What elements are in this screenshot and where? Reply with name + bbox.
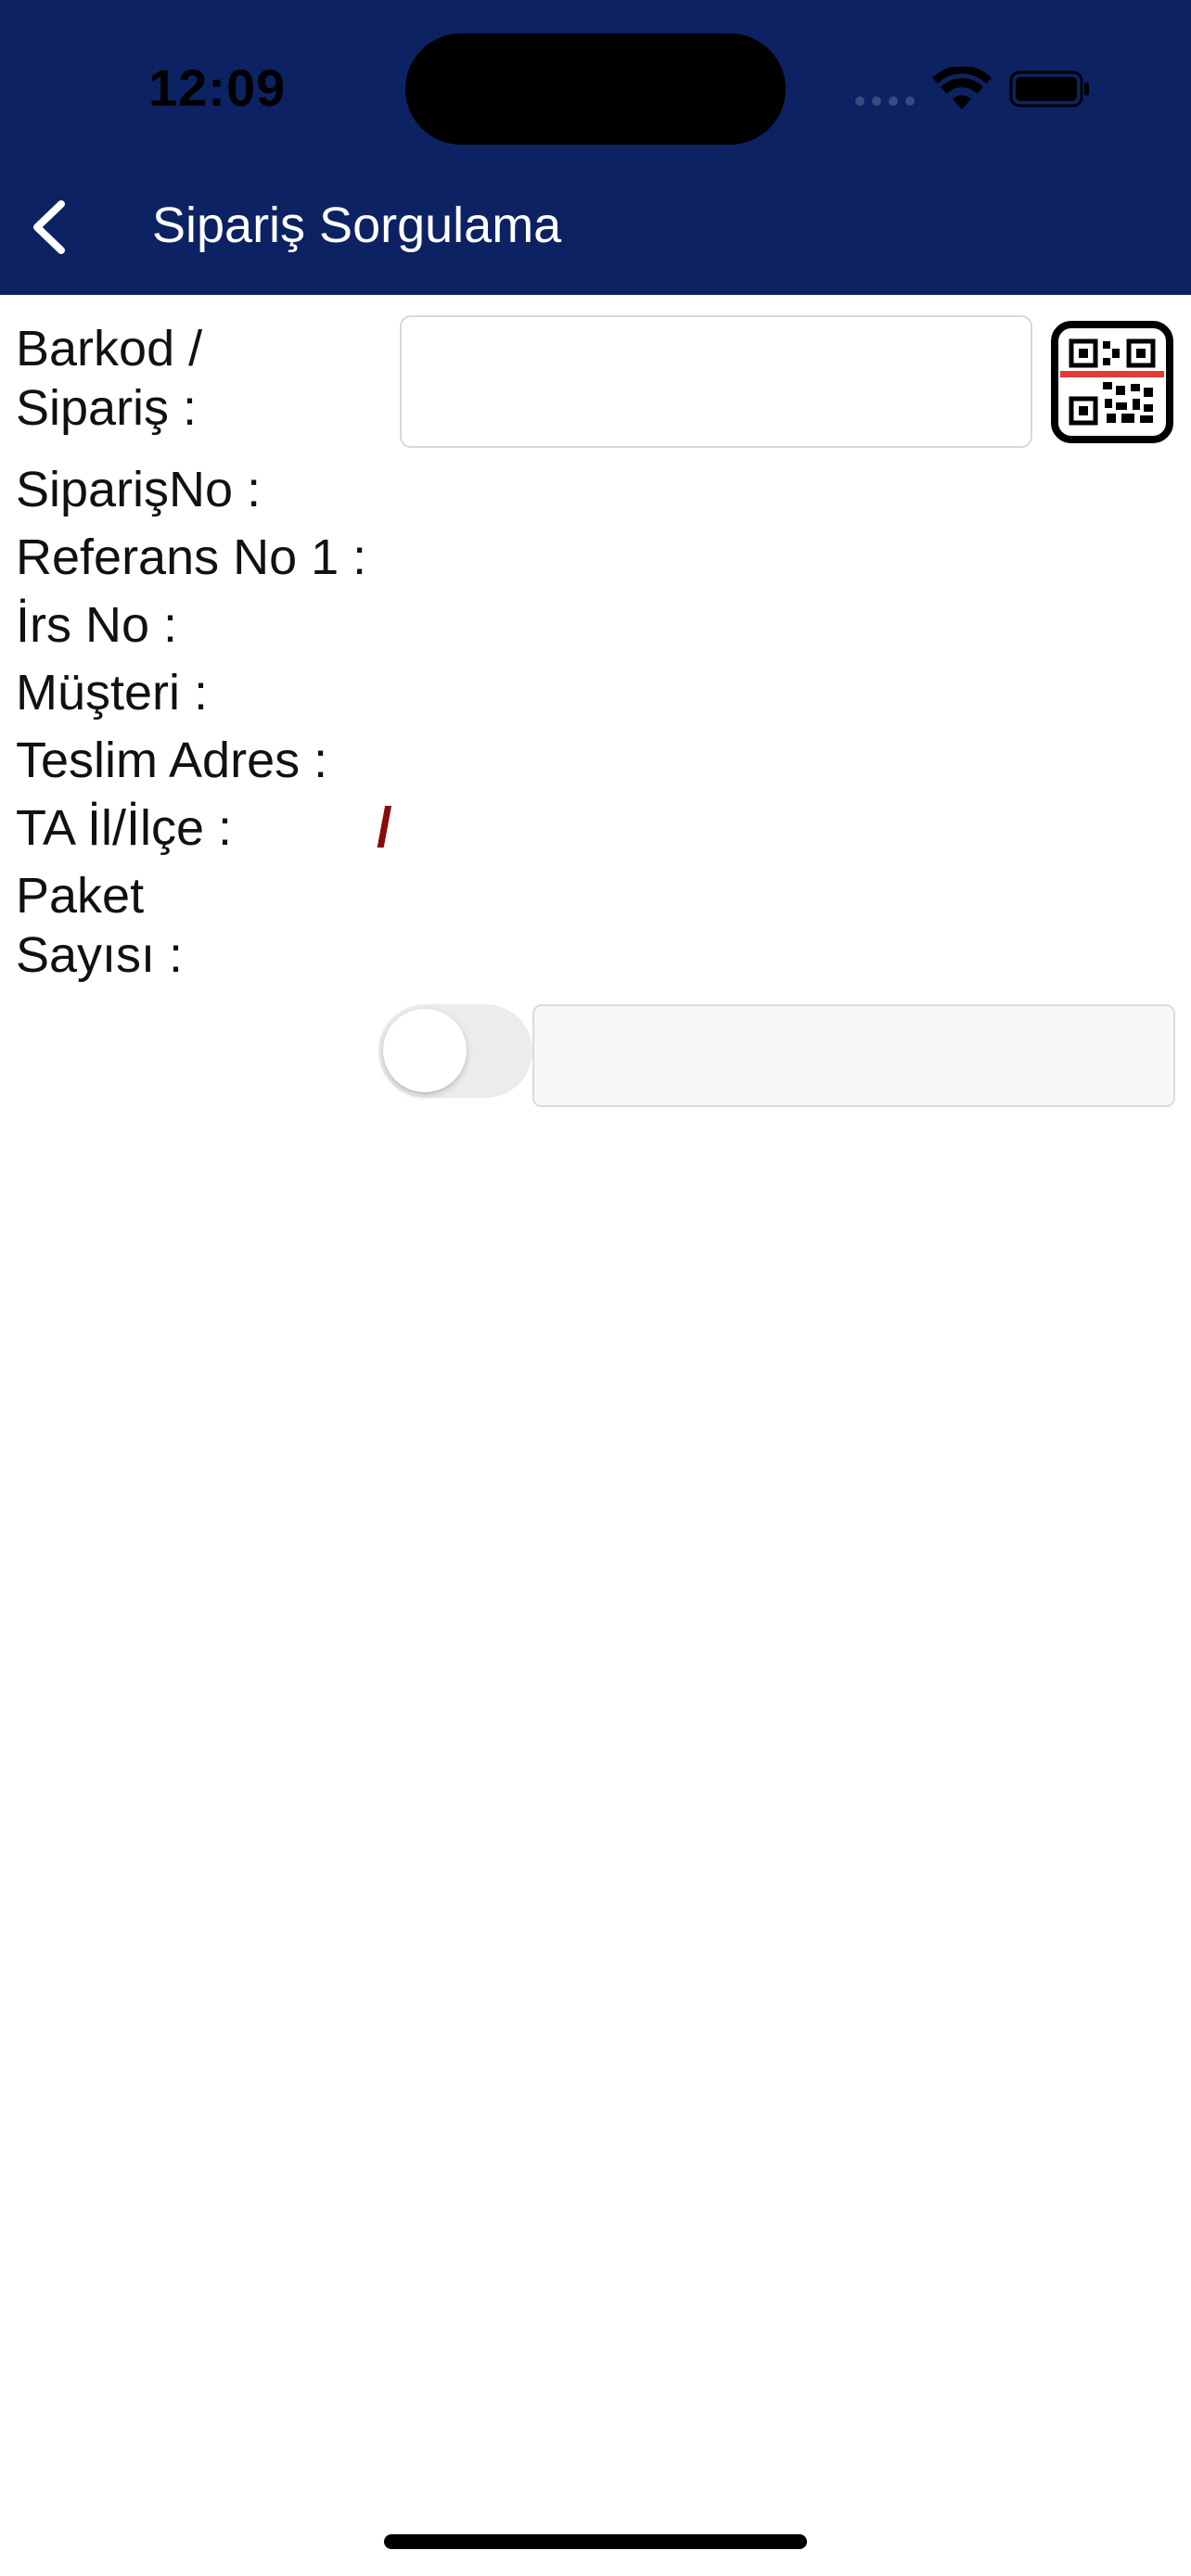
header-bar: 12:09 Sipariş Sorgulama xyxy=(0,0,1191,295)
order-no-label: SiparişNo : xyxy=(16,462,262,517)
page-title: Sipariş Sorgulama xyxy=(152,198,562,253)
package-count-label-line2: Sayısı : xyxy=(16,927,184,983)
package-count-toggle[interactable] xyxy=(378,1004,532,1098)
package-count-label: Paket Sayısı : xyxy=(16,866,387,985)
barcode-order-input[interactable] xyxy=(400,315,1032,448)
barcode-label-line2: Sipariş : xyxy=(16,380,198,436)
qr-scan-button[interactable] xyxy=(1051,321,1173,443)
screen: 12:09 Sipariş Sorgulama Barkod / Sipariş… xyxy=(0,0,1191,2576)
home-indicator xyxy=(384,2534,807,2549)
waybill-no-label: İrs No : xyxy=(16,597,178,653)
toggle-knob xyxy=(383,1009,467,1092)
city-district-label: TA İl/İlçe : xyxy=(16,800,233,856)
barcode-order-label: Barkod / Sipariş : xyxy=(16,319,387,438)
city-district-value: / xyxy=(377,797,392,859)
signal-icon xyxy=(855,96,916,106)
barcode-label-line1: Barkod / xyxy=(16,321,203,376)
dynamic-island xyxy=(405,33,786,145)
back-button[interactable] xyxy=(17,185,91,269)
customer-label: Müşteri : xyxy=(16,665,209,721)
wifi-icon xyxy=(932,67,992,109)
chevron-left-icon xyxy=(33,200,65,254)
package-count-input[interactable] xyxy=(532,1004,1175,1107)
reference-no-label: Referans No 1 : xyxy=(16,529,367,585)
qr-code-scan-icon xyxy=(1051,321,1173,443)
package-count-label-line1: Paket xyxy=(16,868,145,924)
delivery-address-label: Teslim Adres : xyxy=(16,733,328,788)
battery-icon xyxy=(1009,70,1089,108)
status-time: 12:09 xyxy=(148,58,287,117)
